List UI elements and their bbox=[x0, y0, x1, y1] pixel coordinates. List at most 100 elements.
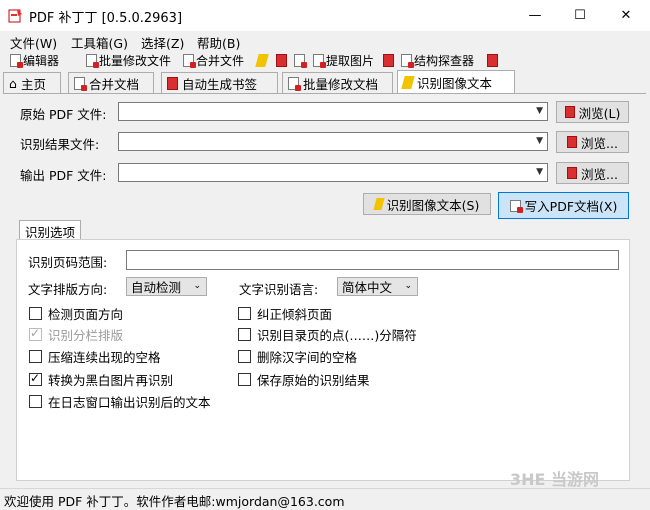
bookmark-icon bbox=[276, 54, 287, 67]
minimize-button[interactable]: — bbox=[512, 0, 558, 31]
detect-columns-checkbox[interactable]: 识别分栏排版 bbox=[29, 325, 123, 344]
editor-icon bbox=[10, 54, 23, 68]
ocr-icon bbox=[373, 198, 385, 210]
ocr-language-label: 文字识别语言: bbox=[239, 282, 319, 297]
log-output-label: 在日志窗口输出识别后的文本 bbox=[48, 395, 211, 410]
batch-edit-icon bbox=[86, 54, 99, 68]
menu-file[interactable]: 文件(W) bbox=[10, 33, 57, 52]
tab-batch-edit-label: 批量修改文档 bbox=[303, 76, 379, 92]
compress-spaces-label: 压缩连续出现的空格 bbox=[48, 350, 161, 365]
checkbox-box bbox=[29, 307, 42, 320]
convert-bw-label: 转换为黑白图片再识别 bbox=[48, 373, 174, 388]
extract-images-icon bbox=[313, 54, 326, 68]
chevron-down-icon: ▼ bbox=[536, 167, 543, 177]
status-text: 欢迎使用 PDF 补丁丁。软件作者电邮:wmjordan@163.com bbox=[4, 494, 345, 509]
result-file-input[interactable]: ▼ bbox=[118, 132, 548, 151]
tab-batch-edit[interactable]: 批量修改文档 bbox=[282, 72, 393, 93]
save-raw-result-checkbox[interactable]: 保存原始的识别结果 bbox=[238, 370, 370, 389]
fonts-tool-button[interactable] bbox=[383, 52, 394, 69]
tab-ocr[interactable]: 识别图像文本 bbox=[397, 70, 515, 94]
browse-output-button[interactable]: 浏览... bbox=[556, 162, 629, 184]
remove-cjk-spaces-label: 删除汉字间的空格 bbox=[257, 350, 358, 365]
source-pdf-label: 原始 PDF 文件: bbox=[20, 107, 107, 122]
log-output-checkbox[interactable]: 在日志窗口输出识别后的文本 bbox=[29, 392, 211, 411]
browse-result-button[interactable]: 浏览... bbox=[556, 131, 629, 153]
checkbox-box bbox=[238, 350, 251, 363]
structure-explorer-label: 结构探查器 bbox=[414, 54, 475, 68]
pdf-icon bbox=[567, 136, 578, 148]
ocr-icon bbox=[255, 54, 269, 67]
browse-source-button[interactable]: 浏览(L) bbox=[556, 101, 629, 123]
batch-edit-tab-icon bbox=[288, 76, 301, 91]
tab-merge-label: 合并文档 bbox=[89, 76, 140, 92]
page-range-label: 识别页码范围: bbox=[28, 255, 108, 270]
merge-tab-icon bbox=[74, 76, 87, 91]
options-group-tab[interactable]: 识别选项 bbox=[19, 220, 81, 241]
source-pdf-input[interactable]: ▼ bbox=[118, 102, 548, 121]
extract-images-button[interactable]: 提取图片 bbox=[313, 52, 374, 69]
toc-dots-label: 识别目录页的点(……)分隔符 bbox=[257, 328, 417, 343]
bookmark-tab-icon bbox=[167, 76, 178, 90]
page-range-input[interactable] bbox=[126, 250, 619, 270]
write-pdf-label: 写入PDF文档(X) bbox=[524, 199, 618, 214]
output-pdf-input[interactable]: ▼ bbox=[118, 163, 548, 182]
menu-help[interactable]: 帮助(B) bbox=[197, 33, 240, 52]
pdf-icon bbox=[564, 106, 575, 118]
checkbox-box bbox=[29, 371, 42, 386]
ocr-tab-icon bbox=[401, 76, 415, 89]
deskew-checkbox[interactable]: 纠正倾斜页面 bbox=[238, 304, 332, 323]
editor-label: 编辑器 bbox=[23, 54, 60, 68]
editor-button[interactable]: 编辑器 bbox=[10, 52, 59, 69]
convert-bw-checkbox[interactable]: 转换为黑白图片再识别 bbox=[29, 370, 173, 389]
tab-home[interactable]: ⌂ 主页 bbox=[3, 72, 61, 93]
layout-direction-label: 文字排版方向: bbox=[28, 282, 108, 297]
pdf-icon bbox=[567, 167, 578, 179]
layout-direction-value: 自动检测 bbox=[131, 280, 182, 295]
merge-button[interactable]: 合并文件 bbox=[183, 52, 244, 69]
extra-tool-button[interactable] bbox=[487, 52, 498, 69]
detect-columns-label: 识别分栏排版 bbox=[48, 328, 124, 343]
toc-dots-checkbox[interactable]: 识别目录页的点(……)分隔符 bbox=[238, 325, 417, 344]
extract-images-label: 提取图片 bbox=[326, 54, 375, 68]
checkbox-box bbox=[29, 350, 42, 363]
write-pdf-icon bbox=[509, 199, 523, 213]
tab-bookmarks[interactable]: 自动生成书签 bbox=[161, 72, 278, 93]
info-tool-button[interactable] bbox=[294, 52, 307, 69]
write-pdf-button[interactable]: 写入PDF文档(X) bbox=[498, 192, 629, 219]
ocr-language-select[interactable]: 简体中文 ⌄ bbox=[337, 277, 418, 296]
detect-orientation-label: 检测页面方向 bbox=[48, 307, 124, 322]
tab-merge[interactable]: 合并文档 bbox=[68, 72, 154, 93]
maximize-button[interactable]: ☐ bbox=[557, 0, 603, 31]
menu-select[interactable]: 选择(Z) bbox=[141, 33, 184, 52]
chevron-down-icon: ⌄ bbox=[193, 281, 201, 291]
bookmark-tool-button[interactable] bbox=[276, 52, 287, 69]
detect-orientation-checkbox[interactable]: 检测页面方向 bbox=[29, 304, 123, 323]
structure-explorer-button[interactable]: 结构探查器 bbox=[401, 52, 474, 69]
remove-cjk-spaces-checkbox[interactable]: 删除汉字间的空格 bbox=[238, 347, 357, 366]
result-file-label: 识别结果文件: bbox=[20, 137, 100, 152]
ocr-tool-button[interactable] bbox=[255, 52, 269, 69]
checkbox-box bbox=[238, 307, 251, 320]
browse-source-label: 浏览(L) bbox=[578, 105, 621, 121]
pdf-icon bbox=[487, 54, 498, 67]
font-icon bbox=[383, 54, 394, 67]
menu-toolbox[interactable]: 工具箱(G) bbox=[71, 33, 128, 52]
chevron-down-icon: ▼ bbox=[536, 106, 543, 116]
deskew-label: 纠正倾斜页面 bbox=[257, 307, 333, 322]
document-info-icon bbox=[294, 54, 307, 68]
checkbox-box bbox=[29, 395, 42, 408]
layout-direction-select[interactable]: 自动检测 ⌄ bbox=[126, 277, 207, 296]
tab-bookmarks-label: 自动生成书签 bbox=[182, 76, 258, 92]
close-button[interactable]: ✕ bbox=[603, 0, 649, 31]
browse-output-label: 浏览... bbox=[581, 166, 618, 182]
ocr-button[interactable]: 识别图像文本(S) bbox=[363, 193, 491, 215]
ocr-language-value: 简体中文 bbox=[342, 280, 393, 295]
browse-result-label: 浏览... bbox=[581, 135, 618, 151]
chevron-down-icon: ▼ bbox=[536, 136, 543, 146]
merge-icon bbox=[183, 54, 196, 68]
save-raw-result-label: 保存原始的识别结果 bbox=[257, 373, 370, 388]
compress-spaces-checkbox[interactable]: 压缩连续出现的空格 bbox=[29, 347, 161, 366]
batch-edit-button[interactable]: 批量修改文件 bbox=[86, 52, 171, 69]
tab-ocr-label: 识别图像文本 bbox=[417, 76, 493, 91]
output-pdf-label: 输出 PDF 文件: bbox=[20, 168, 107, 183]
